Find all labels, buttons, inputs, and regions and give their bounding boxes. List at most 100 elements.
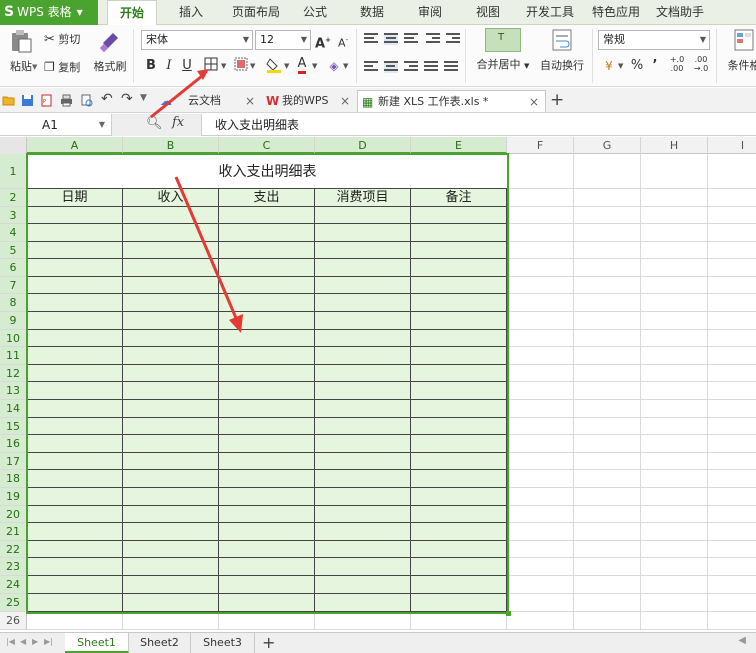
border-button[interactable] bbox=[202, 57, 220, 75]
cell-a25[interactable] bbox=[27, 594, 123, 612]
cell-c26[interactable] bbox=[219, 612, 315, 630]
cell-g7[interactable] bbox=[574, 277, 641, 294]
cell-f15[interactable] bbox=[507, 418, 574, 435]
cell-a23[interactable] bbox=[27, 558, 123, 576]
cell-e16[interactable] bbox=[411, 435, 507, 453]
cell-b13[interactable] bbox=[123, 382, 219, 400]
cell-f11[interactable] bbox=[507, 347, 574, 365]
clear-format-button[interactable]: ◈ bbox=[325, 57, 343, 75]
column-header-a[interactable]: A bbox=[27, 137, 123, 154]
cell-a5[interactable] bbox=[27, 242, 123, 259]
cell-d3[interactable] bbox=[315, 207, 411, 224]
decrease-font-icon[interactable]: A- bbox=[334, 31, 352, 50]
cell-g17[interactable] bbox=[574, 453, 641, 470]
tab-doc-assistant[interactable]: 文档助手 bbox=[652, 0, 708, 25]
cell-i3[interactable] bbox=[708, 207, 756, 224]
tab-insert[interactable]: 插入 bbox=[170, 0, 212, 25]
cell-d21[interactable] bbox=[315, 523, 411, 541]
cell-f10[interactable] bbox=[507, 330, 574, 347]
cell-d24[interactable] bbox=[315, 576, 411, 594]
cell-c5[interactable] bbox=[219, 242, 315, 259]
row-header-8[interactable]: 8 bbox=[0, 294, 27, 312]
cell-i14[interactable] bbox=[708, 400, 756, 418]
cell-g4[interactable] bbox=[574, 224, 641, 242]
cell-h11[interactable] bbox=[641, 347, 708, 365]
cell-e2[interactable]: 备注 bbox=[411, 189, 507, 207]
row-header-5[interactable]: 5 bbox=[0, 242, 27, 259]
cell-d25[interactable] bbox=[315, 594, 411, 612]
cell-h7[interactable] bbox=[641, 277, 708, 294]
cell-f3[interactable] bbox=[507, 207, 574, 224]
cell-a13[interactable] bbox=[27, 382, 123, 400]
column-header-h[interactable]: H bbox=[641, 137, 708, 154]
save-icon[interactable] bbox=[21, 94, 34, 107]
cell-i10[interactable] bbox=[708, 330, 756, 347]
cell-c3[interactable] bbox=[219, 207, 315, 224]
font-color-button[interactable]: A bbox=[293, 55, 311, 74]
formula-input[interactable]: 收入支出明细表 bbox=[215, 114, 299, 136]
row-header-7[interactable]: 7 bbox=[0, 277, 27, 294]
cell-f8[interactable] bbox=[507, 294, 574, 312]
cell-f21[interactable] bbox=[507, 523, 574, 541]
cell-c17[interactable] bbox=[219, 453, 315, 470]
cell-g25[interactable] bbox=[574, 594, 641, 612]
cell-h1[interactable] bbox=[641, 154, 708, 189]
cell-c19[interactable] bbox=[219, 488, 315, 506]
cell-h16[interactable] bbox=[641, 435, 708, 453]
cell-g18[interactable] bbox=[574, 470, 641, 488]
cell-e10[interactable] bbox=[411, 330, 507, 347]
cell-h4[interactable] bbox=[641, 224, 708, 242]
cell-f12[interactable] bbox=[507, 365, 574, 382]
cell-g13[interactable] bbox=[574, 382, 641, 400]
column-header-i[interactable]: I bbox=[708, 137, 756, 154]
cut-button[interactable]: ✂ 剪切 bbox=[44, 31, 80, 47]
cell-h25[interactable] bbox=[641, 594, 708, 612]
row-header-10[interactable]: 10 bbox=[0, 330, 27, 347]
cell-b23[interactable] bbox=[123, 558, 219, 576]
cell-b18[interactable] bbox=[123, 470, 219, 488]
row-header-13[interactable]: 13 bbox=[0, 382, 27, 400]
cell-f5[interactable] bbox=[507, 242, 574, 259]
cell-b4[interactable] bbox=[123, 224, 219, 242]
new-tab-icon[interactable]: + bbox=[550, 90, 564, 110]
row-header-26[interactable]: 26 bbox=[0, 612, 27, 630]
distribute-icon[interactable] bbox=[444, 61, 458, 73]
comma-button[interactable]: ’ bbox=[646, 57, 664, 75]
cell-i24[interactable] bbox=[708, 576, 756, 594]
cell-b11[interactable] bbox=[123, 347, 219, 365]
cell-h9[interactable] bbox=[641, 312, 708, 330]
column-header-d[interactable]: D bbox=[315, 137, 411, 154]
open-folder-icon[interactable] bbox=[2, 94, 15, 107]
row-header-6[interactable]: 6 bbox=[0, 259, 27, 277]
cell-h19[interactable] bbox=[641, 488, 708, 506]
cell-d17[interactable] bbox=[315, 453, 411, 470]
cell-i25[interactable] bbox=[708, 594, 756, 612]
cell-f4[interactable] bbox=[507, 224, 574, 242]
cell-i13[interactable] bbox=[708, 382, 756, 400]
export-pdf-icon[interactable]: P bbox=[40, 94, 53, 107]
tab-developer[interactable]: 开发工具 bbox=[521, 0, 579, 25]
cell-f2[interactable] bbox=[507, 189, 574, 207]
row-header-15[interactable]: 15 bbox=[0, 418, 27, 435]
cell-c20[interactable] bbox=[219, 506, 315, 523]
cell-g11[interactable] bbox=[574, 347, 641, 365]
cell-c10[interactable] bbox=[219, 330, 315, 347]
fill-handle[interactable] bbox=[506, 611, 511, 616]
italic-button[interactable]: I bbox=[160, 57, 178, 75]
cell-h14[interactable] bbox=[641, 400, 708, 418]
cell-g12[interactable] bbox=[574, 365, 641, 382]
font-name-select[interactable]: 宋体 ▼ bbox=[141, 30, 253, 50]
cell-a15[interactable] bbox=[27, 418, 123, 435]
row-header-2[interactable]: 2 bbox=[0, 189, 27, 207]
font-size-select[interactable]: 12 ▼ bbox=[255, 30, 311, 50]
cell-i2[interactable] bbox=[708, 189, 756, 207]
column-header-b[interactable]: B bbox=[123, 137, 219, 154]
cell-h5[interactable] bbox=[641, 242, 708, 259]
bold-button[interactable]: B bbox=[142, 57, 160, 75]
row-header-20[interactable]: 20 bbox=[0, 506, 27, 523]
cell-d10[interactable] bbox=[315, 330, 411, 347]
cell-e20[interactable] bbox=[411, 506, 507, 523]
increase-decimal-icon[interactable]: +.0.00 bbox=[668, 55, 686, 73]
cell-f14[interactable] bbox=[507, 400, 574, 418]
tab-view[interactable]: 视图 bbox=[471, 0, 505, 25]
